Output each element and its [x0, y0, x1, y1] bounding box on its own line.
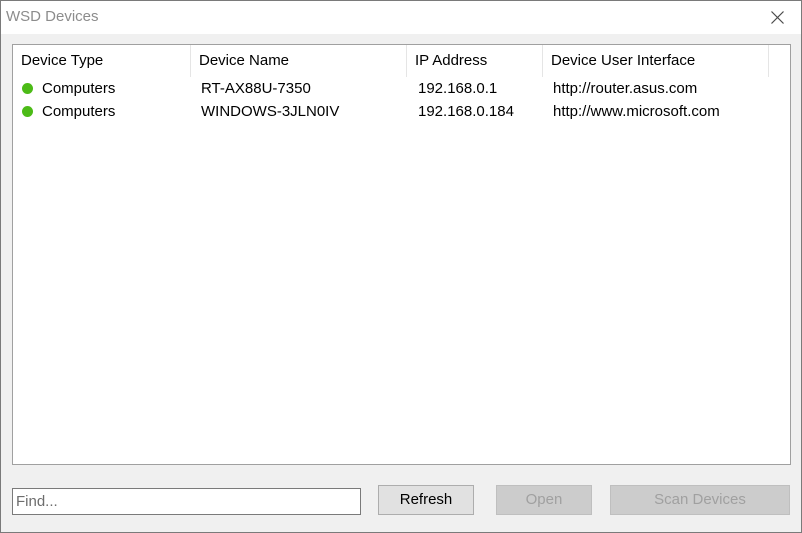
cell-device-ui: http://router.asus.com — [553, 80, 698, 97]
close-icon — [771, 11, 784, 24]
cell-ip-address: 192.168.0.184 — [418, 103, 514, 120]
refresh-button[interactable]: Refresh — [378, 485, 474, 515]
window-title: WSD Devices — [6, 8, 99, 25]
cell-device-ui: http://www.microsoft.com — [553, 103, 720, 120]
cell-device-type: Computers — [42, 103, 116, 120]
cell-device-name: WINDOWS-3JLN0IV — [201, 103, 340, 120]
column-header-device-type[interactable]: Device Type — [13, 45, 191, 77]
devices-list[interactable]: Device Type Device Name IP Address Devic… — [12, 44, 791, 465]
cell-ip-address: 192.168.0.1 — [418, 80, 498, 97]
close-button[interactable] — [755, 1, 801, 34]
column-header-row: Device Type Device Name IP Address Devic… — [13, 45, 790, 77]
table-row[interactable]: Computers RT-AX88U-7350 192.168.0.1 http… — [13, 77, 790, 100]
title-bar[interactable]: WSD Devices — [1, 1, 801, 34]
wsd-devices-window: WSD Devices Device Type Device Name IP A… — [0, 0, 802, 533]
scan-devices-button[interactable]: Scan Devices — [610, 485, 790, 515]
cell-device-name: RT-AX88U-7350 — [201, 80, 311, 97]
column-header-device-ui[interactable]: Device User Interface — [543, 45, 769, 77]
cell-device-type: Computers — [42, 80, 116, 97]
open-button[interactable]: Open — [496, 485, 592, 515]
column-header-ip-address[interactable]: IP Address — [407, 45, 543, 77]
column-header-device-name[interactable]: Device Name — [191, 45, 407, 77]
status-dot-icon — [22, 83, 33, 94]
find-input[interactable] — [12, 488, 361, 515]
status-dot-icon — [22, 106, 33, 117]
table-row[interactable]: Computers WINDOWS-3JLN0IV 192.168.0.184 … — [13, 100, 790, 123]
